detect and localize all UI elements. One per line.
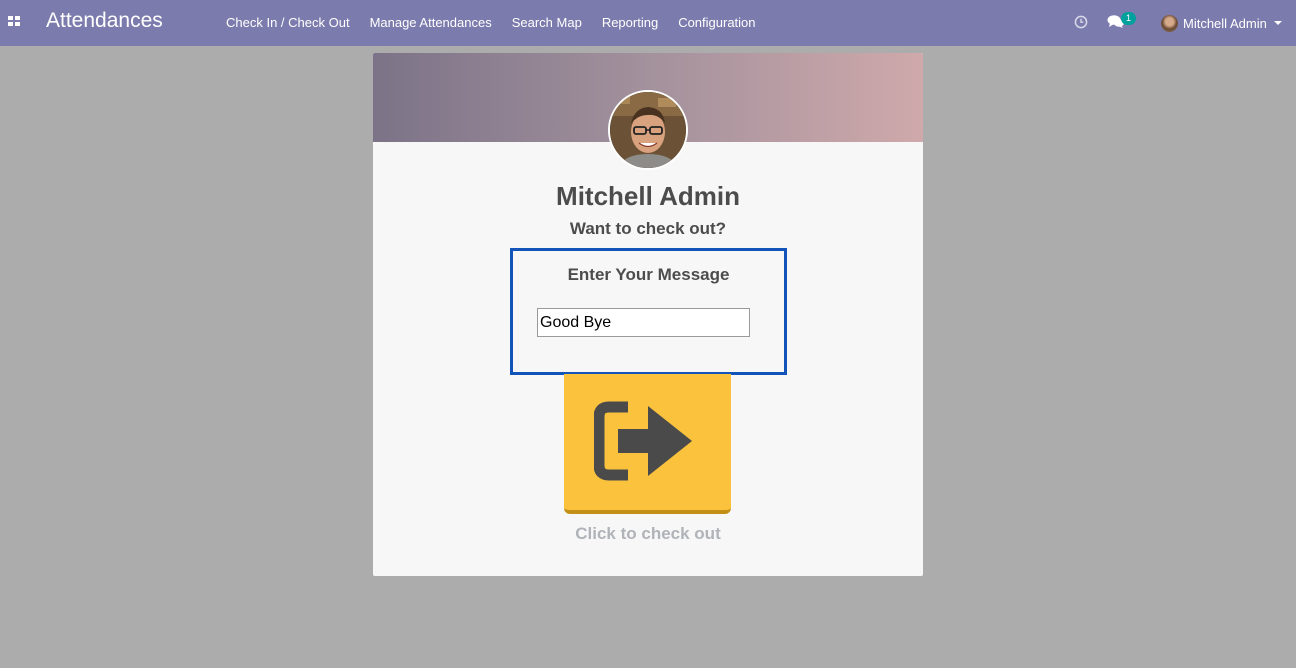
chat-badge: 1 xyxy=(1121,12,1136,25)
kiosk-card: Mitchell Admin Want to check out? Enter … xyxy=(373,53,923,576)
check-out-button[interactable] xyxy=(564,374,731,514)
employee-avatar xyxy=(608,90,688,170)
message-input[interactable] xyxy=(537,308,750,337)
menu-manage-attendances[interactable]: Manage Attendances xyxy=(360,0,502,46)
user-avatar xyxy=(1161,14,1178,32)
checkout-caption: Click to check out xyxy=(575,524,721,543)
caret-down-icon xyxy=(1273,21,1282,25)
checkout-question: Want to check out? xyxy=(569,219,727,238)
clock-icon[interactable] xyxy=(1074,15,1088,29)
main-menu: Check In / Check Out Manage Attendances … xyxy=(216,0,766,46)
apps-icon[interactable] xyxy=(8,16,22,28)
user-name: Mitchell Admin xyxy=(1183,15,1267,31)
message-label: Enter Your Message xyxy=(567,265,730,284)
menu-check-in-check-out[interactable]: Check In / Check Out xyxy=(216,0,360,46)
app-title[interactable]: Attendances xyxy=(46,9,163,33)
sign-out-icon xyxy=(594,401,692,481)
menu-configuration[interactable]: Configuration xyxy=(668,0,765,46)
top-navbar: Attendances Check In / Check Out Manage … xyxy=(0,0,1296,46)
menu-search-map[interactable]: Search Map xyxy=(502,0,592,46)
employee-name: Mitchell Admin xyxy=(556,181,740,211)
menu-reporting[interactable]: Reporting xyxy=(592,0,668,46)
message-box: Enter Your Message xyxy=(510,248,787,375)
user-menu[interactable]: Mitchell Admin xyxy=(1161,0,1282,46)
